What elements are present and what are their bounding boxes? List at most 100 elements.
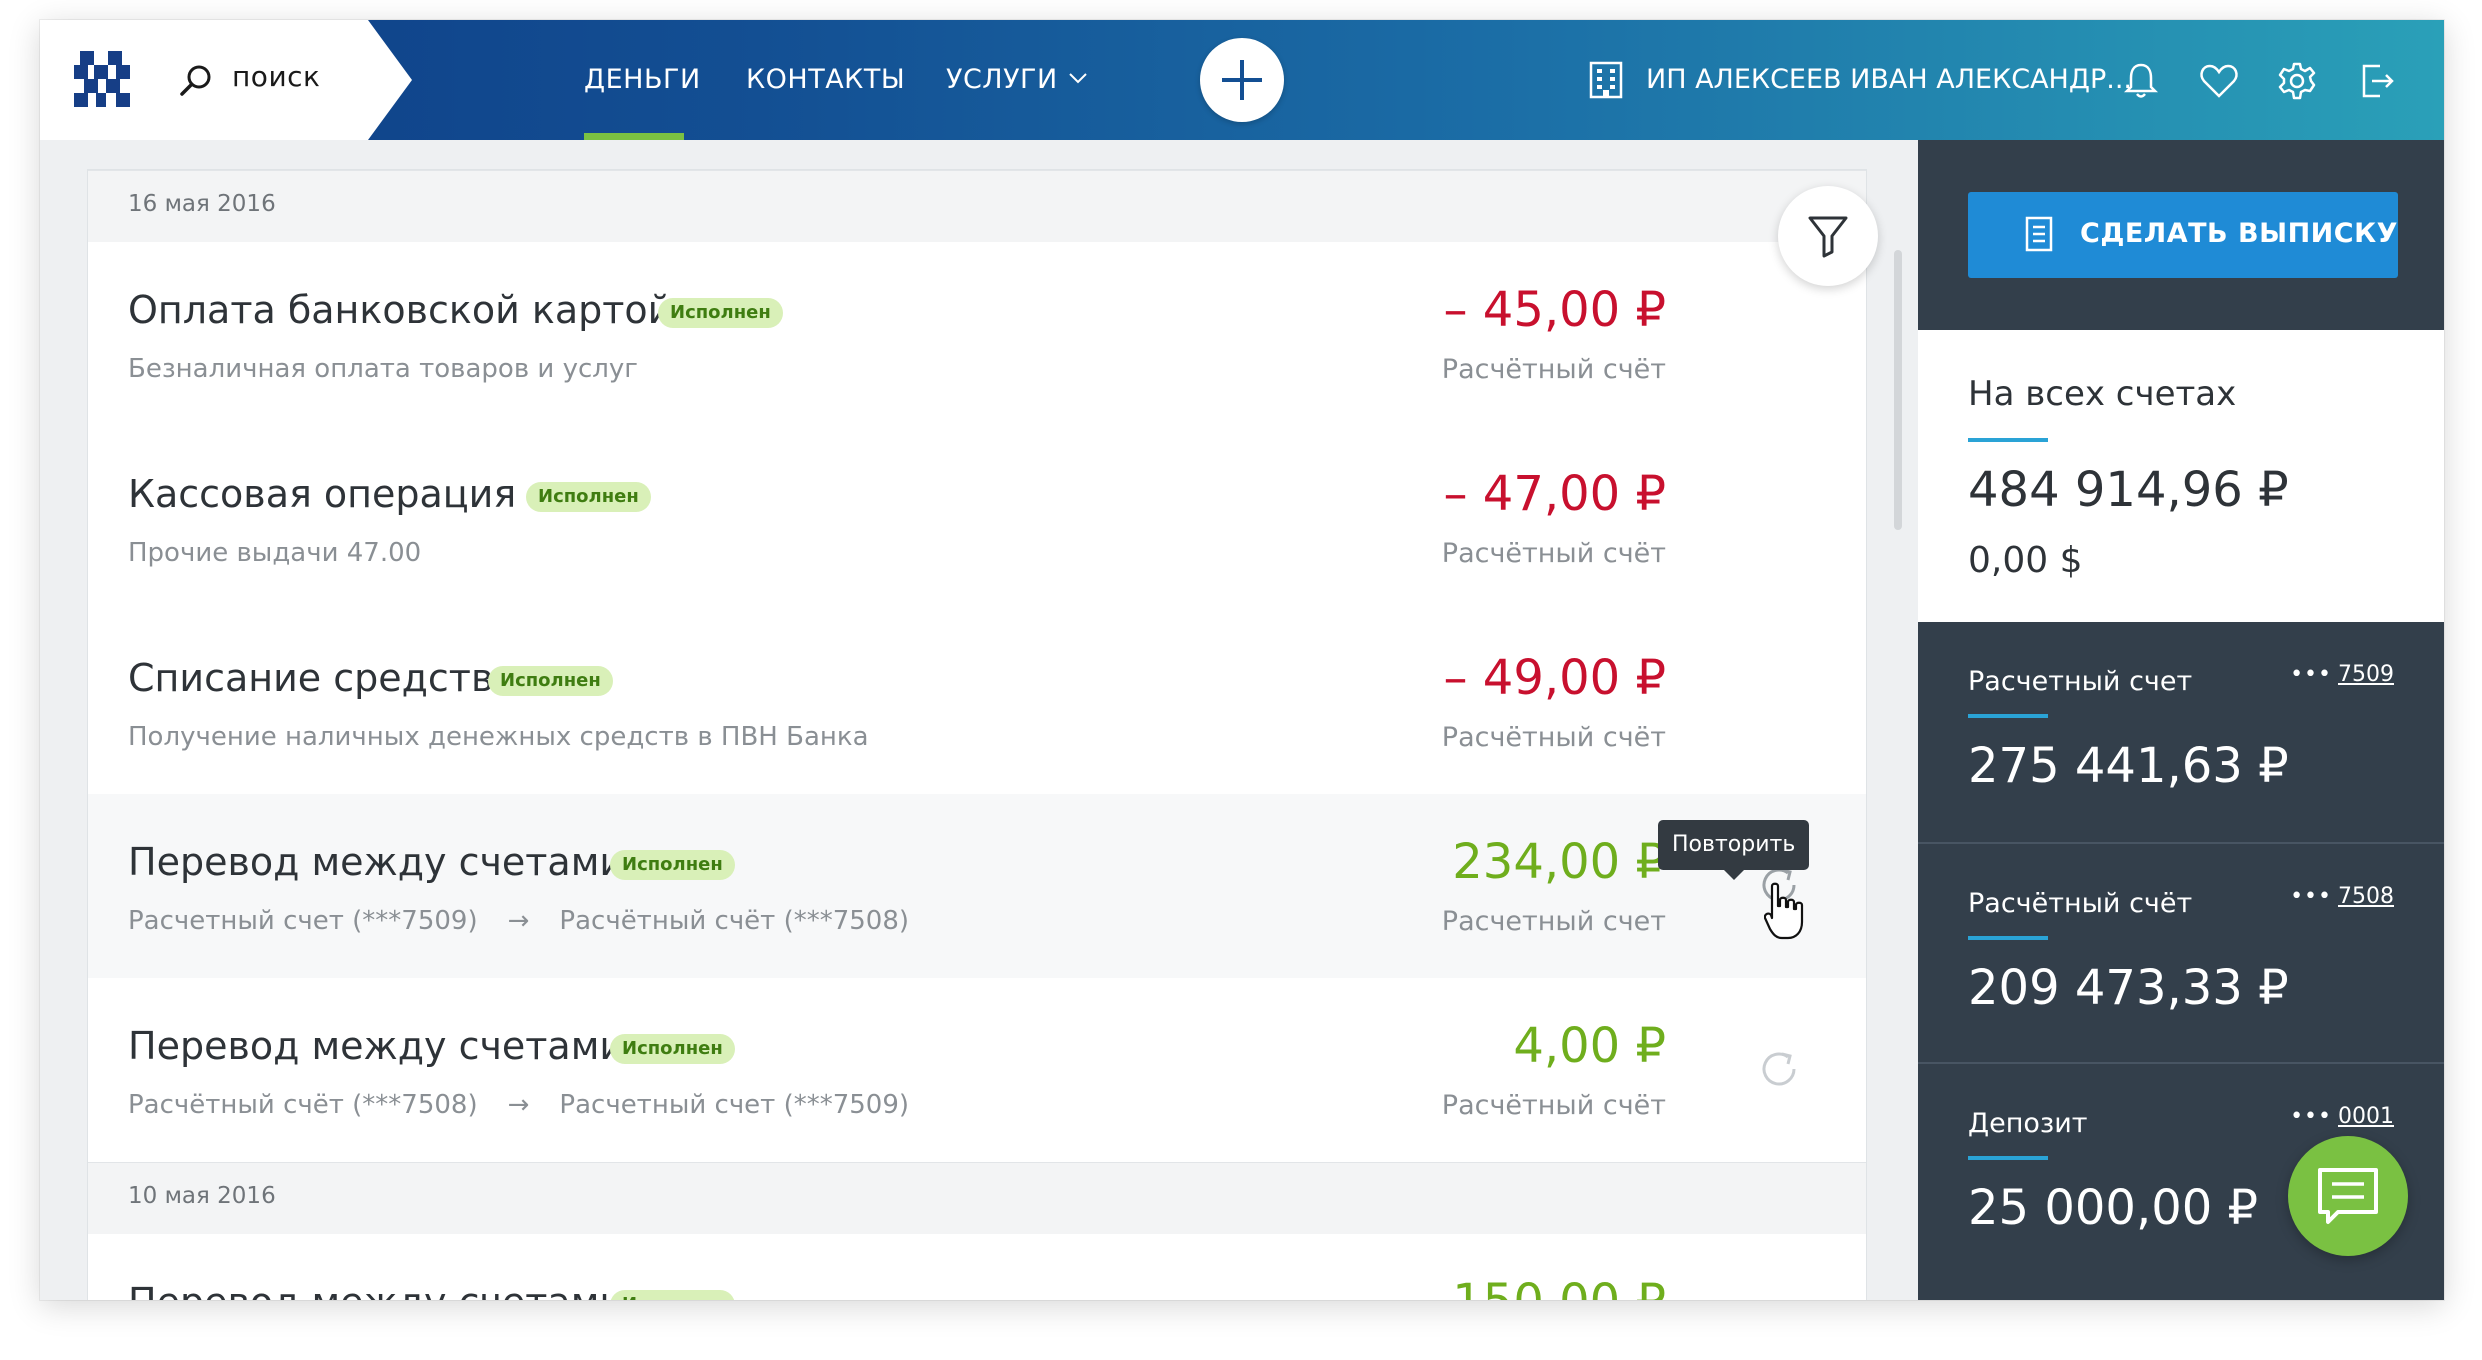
operation-title: Кассовая операция <box>128 472 517 516</box>
operation-title: Перевод между счетами <box>128 1024 625 1068</box>
account-name: Расчетный счет <box>1968 666 2193 697</box>
status-badge: Исполнен <box>610 1034 735 1064</box>
operation-amount: – 45,00 ₽ <box>1443 282 1666 338</box>
operation-row[interactable]: Перевод между счетами Исполнен Расчетный… <box>88 794 1866 980</box>
transfer-from: Расчётный счёт (***7508) <box>128 1090 478 1120</box>
total-rub: 484 914,96 ₽ <box>1968 462 2289 518</box>
operation-description: Прочие выдачи 47.00 <box>128 538 422 568</box>
transfer-route: Расчетный счет (***7509) → Расчётный счёт … <box>128 906 909 936</box>
account-card[interactable]: Расчетный счет ••• 7509 275 441,63 ₽ <box>1918 622 2444 842</box>
arrow-right: → <box>507 906 530 936</box>
logo[interactable] <box>74 51 130 107</box>
arrow-right: → <box>507 1090 530 1120</box>
status-badge: Исполнен <box>610 1290 735 1300</box>
filter-button[interactable] <box>1778 186 1878 286</box>
total-balance-card: На всех счетах 484 914,96 ₽ 0,00 $ <box>1918 330 2444 622</box>
operation-amount: 234,00 ₽ <box>1452 834 1666 890</box>
operation-row[interactable]: Оплата банковской картой Исполнен Безнал… <box>88 242 1866 428</box>
date-header: 16 мая 2016 <box>88 170 1866 244</box>
operation-row[interactable]: Списание средств Исполнен Получение нали… <box>88 610 1866 796</box>
operation-account: Расчётный счёт <box>1441 722 1666 753</box>
title-underline <box>1968 1156 2048 1160</box>
account-name: Депозит <box>1968 1108 2088 1139</box>
status-badge: Исполнен <box>610 850 735 880</box>
more-dots-icon: ••• <box>2290 1104 2332 1129</box>
operation-amount: 150,00 ₽ <box>1452 1274 1666 1300</box>
account-number[interactable]: ••• 7509 <box>2290 662 2394 687</box>
operation-title: Оплата банковской картой <box>128 288 673 332</box>
more-dots-icon: ••• <box>2290 662 2332 687</box>
plus-icon <box>1222 60 1262 100</box>
chevron-down-icon <box>1069 73 1087 84</box>
nav-tab-money-label: ДЕНЬГИ <box>584 64 701 95</box>
chat-icon <box>2318 1168 2378 1224</box>
top-bar: поиск ДЕНЬГИ КОНТАКТЫ УСЛУГИ ИП АЛЕКСЕЕВ… <box>40 20 2444 140</box>
title-underline <box>1968 438 2048 442</box>
operation-account: Расчётный счёт <box>1441 538 1666 569</box>
operation-description: Безналичная оплата товаров и услуг <box>128 354 638 384</box>
logout-icon[interactable] <box>2356 60 2398 102</box>
add-button[interactable] <box>1200 38 1284 122</box>
title-underline <box>1968 714 2048 718</box>
operation-account: Расчетный счет <box>1441 906 1666 937</box>
search-icon[interactable] <box>178 63 214 99</box>
nav-tab-contacts[interactable]: КОНТАКТЫ <box>746 20 905 140</box>
chat-button[interactable] <box>2288 1136 2408 1256</box>
status-badge: Исполнен <box>526 482 651 512</box>
operation-account: Расчётный счёт <box>1441 1090 1666 1121</box>
bell-icon[interactable] <box>2120 60 2162 102</box>
repeat-tooltip: Повторить <box>1658 820 1810 880</box>
total-usd: 0,00 $ <box>1968 540 2083 581</box>
more-dots-icon: ••• <box>2290 884 2332 909</box>
account-name: Расчётный счёт <box>1968 888 2193 919</box>
document-icon <box>2025 216 2053 252</box>
accounts-sidebar: СДЕЛАТЬ ВЫПИСКУ На всех счетах 484 914,9… <box>1918 140 2444 1300</box>
make-statement-label: СДЕЛАТЬ ВЫПИСКУ <box>2080 218 2398 249</box>
account-balance: 25 000,00 ₽ <box>1968 1180 2259 1236</box>
operation-row[interactable]: Перевод между счетами Исполнен 150,00 ₽ <box>88 1234 1866 1300</box>
operation-title: Перевод между счетами <box>128 840 625 884</box>
account-balance: 275 441,63 ₽ <box>1968 738 2289 794</box>
account-number[interactable]: ••• 7508 <box>2290 884 2394 909</box>
account-number-value: 7509 <box>2338 662 2394 687</box>
status-badge: Исполнен <box>658 298 783 328</box>
app-window: поиск ДЕНЬГИ КОНТАКТЫ УСЛУГИ ИП АЛЕКСЕЕВ… <box>40 20 2444 1300</box>
operation-amount: 4,00 ₽ <box>1513 1018 1666 1074</box>
account-card[interactable]: Расчётный счёт ••• 7508 209 473,33 ₽ <box>1918 842 2444 1064</box>
building-icon <box>1589 61 1623 99</box>
operation-title: Перевод между счетами <box>128 1280 624 1300</box>
transfer-route: Расчётный счёт (***7508) → Расчетный счет … <box>128 1090 909 1120</box>
scrollbar[interactable] <box>1894 250 1902 530</box>
operation-account: Расчётный счёт <box>1441 354 1666 385</box>
operation-description: Получение наличных денежных средств в ПВ… <box>128 722 869 752</box>
operation-amount: – 47,00 ₽ <box>1443 466 1666 522</box>
operation-row[interactable]: Кассовая операция Исполнен Прочие выдачи… <box>88 426 1866 612</box>
nav-tab-contacts-label: КОНТАКТЫ <box>746 64 906 95</box>
status-badge: Исполнен <box>488 666 613 696</box>
operations-list: 16 мая 2016 Оплата банковской картой Исп… <box>88 170 1866 1300</box>
transfer-to: Расчётный счёт (***7508) <box>559 906 910 936</box>
make-statement-button[interactable]: СДЕЛАТЬ ВЫПИСКУ <box>1968 192 2398 278</box>
filter-icon <box>1808 216 1848 258</box>
date-label: 16 мая 2016 <box>128 191 276 217</box>
nav-tab-services-label: УСЛУГИ <box>946 64 1058 95</box>
nav-tab-money[interactable]: ДЕНЬГИ <box>584 20 700 140</box>
date-header: 10 мая 2016 <box>88 1162 1866 1236</box>
operation-row[interactable]: Перевод между счетами Исполнен Расчётный… <box>88 978 1866 1164</box>
account-number-value: 7508 <box>2338 884 2394 909</box>
title-underline <box>1968 936 2048 940</box>
gear-icon[interactable] <box>2276 60 2318 102</box>
repeat-icon[interactable] <box>1754 1044 1804 1094</box>
active-tab-indicator <box>584 133 684 140</box>
operation-amount: – 49,00 ₽ <box>1443 650 1666 706</box>
transfer-to: Расчетный счет (***7509) <box>559 1090 910 1120</box>
search-pane: поиск <box>40 20 412 140</box>
account-number[interactable]: ••• 0001 <box>2290 1104 2394 1129</box>
heart-icon[interactable] <box>2198 60 2240 102</box>
date-label: 10 мая 2016 <box>128 1183 276 1209</box>
hand-cursor-icon <box>1764 882 1804 940</box>
nav-tab-services[interactable]: УСЛУГИ <box>946 20 1096 140</box>
company-selector[interactable]: ИП АЛЕКСЕЕВ ИВАН АЛЕКСАНДР... <box>1646 64 2132 95</box>
account-number-value: 0001 <box>2338 1104 2394 1129</box>
search-label[interactable]: поиск <box>232 60 320 93</box>
